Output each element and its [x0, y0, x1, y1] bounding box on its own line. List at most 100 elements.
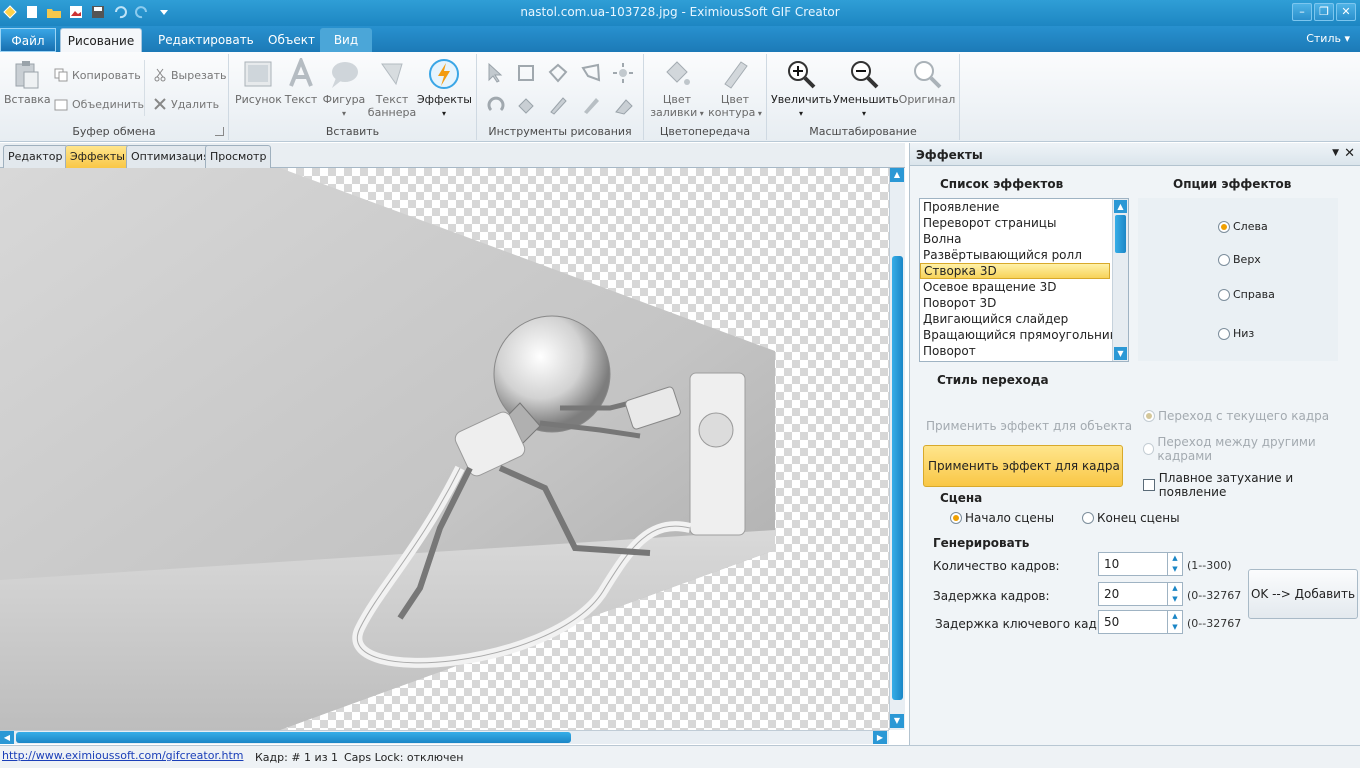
shape-button[interactable]: Фигура ▾ — [321, 58, 367, 120]
merge-button[interactable]: Объединить — [54, 97, 144, 111]
lasso-icon[interactable] — [547, 62, 569, 84]
scene-start-radio[interactable]: Начало сцены — [950, 511, 1054, 525]
minimize-icon[interactable]: – — [1292, 3, 1312, 21]
scene-end-radio[interactable]: Конец сцены — [1082, 511, 1180, 525]
tab-view[interactable]: Вид — [320, 28, 372, 52]
frame-count-spinner[interactable]: 10 ▲ ▼ — [1098, 552, 1183, 576]
cut-button[interactable]: Вырезать — [153, 68, 226, 82]
style-menu[interactable]: Стиль ▾ — [1306, 32, 1350, 45]
effect-item[interactable]: Волна — [920, 231, 1128, 247]
banner-text-icon — [381, 63, 403, 86]
vertical-scroll-thumb[interactable] — [892, 256, 903, 700]
fade-checkbox[interactable]: Плавное затухание и появление — [1143, 471, 1360, 499]
apply-effect-object-button[interactable]: Применить эффект для объекта — [926, 419, 1132, 433]
scroll-up-icon[interactable]: ▲ — [890, 168, 904, 182]
original-size-button[interactable]: Оригинал — [897, 58, 957, 106]
effects-list[interactable]: Проявление Переворот страницы Волна Разв… — [919, 198, 1129, 362]
polygon-select-icon[interactable] — [580, 62, 602, 84]
pen-icon — [724, 61, 748, 89]
website-link[interactable]: http://www.eximioussoft.com/gifcreator.h… — [2, 749, 243, 762]
spin-down-icon[interactable]: ▼ — [1168, 594, 1182, 605]
eraser-icon[interactable] — [612, 94, 634, 116]
shape-label: Фигура — [322, 93, 366, 106]
spin-down-icon[interactable]: ▼ — [1168, 622, 1182, 633]
effects-button[interactable]: Эффекты ▾ — [417, 58, 472, 120]
insert-group: Рисунок Текст Фигура ▾ Текст баннера Эффек… — [229, 54, 477, 140]
from-current-frame-label: Переход с текущего кадра — [1158, 409, 1330, 423]
zoom-in-button[interactable]: Увеличить ▾ — [771, 58, 832, 120]
pointer-icon[interactable] — [485, 62, 507, 84]
tab-object[interactable]: Объект — [256, 28, 327, 52]
effect-item[interactable]: Проявление — [920, 199, 1128, 215]
magic-wand-icon[interactable] — [612, 62, 634, 84]
option-left-radio[interactable]: Слева — [1218, 220, 1268, 233]
option-bottom-radio[interactable]: Низ — [1218, 327, 1254, 340]
tab-editor[interactable]: Редактор — [3, 145, 68, 168]
effects-list-scrollbar[interactable]: ▲ ▼ — [1112, 199, 1128, 361]
picture-button[interactable]: Рисунок — [235, 58, 282, 106]
restore-icon[interactable]: ❐ — [1314, 3, 1334, 21]
tab-draw[interactable]: Рисование — [60, 28, 142, 52]
spin-up-icon[interactable]: ▲ — [1168, 611, 1182, 622]
copy-button[interactable]: Копировать — [54, 68, 141, 82]
option-right-radio[interactable]: Справа — [1218, 288, 1275, 301]
list-scroll-down-icon[interactable]: ▼ — [1114, 347, 1127, 360]
zoom-out-button[interactable]: Уменьшить ▾ — [833, 58, 899, 120]
vertical-scrollbar[interactable]: ▲ ▼ — [889, 168, 905, 730]
spinner-arrows[interactable]: ▲ ▼ — [1167, 553, 1182, 575]
key-delay-spinner[interactable]: 50 ▲ ▼ — [1098, 610, 1183, 634]
panel-dropdown-icon[interactable]: ▼ — [1332, 148, 1339, 158]
tab-edit[interactable]: Редактировать — [146, 28, 266, 52]
paste-icon — [15, 61, 39, 89]
paste-button[interactable]: Вставка — [4, 58, 51, 106]
tab-preview[interactable]: Просмотр — [205, 145, 272, 168]
option-top-radio[interactable]: Верх — [1218, 253, 1261, 266]
tab-file[interactable]: Файл — [0, 28, 56, 52]
key-delay-value[interactable]: 50 — [1104, 615, 1119, 629]
text-button[interactable]: Текст — [281, 58, 321, 106]
list-scroll-up-icon[interactable]: ▲ — [1114, 200, 1127, 213]
tab-optimization[interactable]: Оптимизация — [126, 145, 215, 168]
effect-item[interactable]: Осевое вращение 3D — [920, 279, 1128, 295]
spinner-arrows[interactable]: ▲ ▼ — [1167, 611, 1182, 633]
frame-delay-value[interactable]: 20 — [1104, 587, 1119, 601]
horizontal-scrollbar[interactable]: ◀ ▶ — [0, 730, 889, 744]
list-scroll-thumb[interactable] — [1115, 215, 1126, 253]
fill-color-button[interactable]: Цвет заливки ▾ — [648, 58, 706, 120]
scroll-left-icon[interactable]: ◀ — [0, 731, 14, 744]
effect-item[interactable]: Вращающийся прямоугольник — [920, 327, 1128, 343]
brush-icon[interactable] — [580, 94, 602, 116]
frame-delay-spinner[interactable]: 20 ▲ ▼ — [1098, 582, 1183, 606]
banner-text-button[interactable]: Текст баннера — [367, 58, 417, 119]
rotate-icon[interactable] — [485, 94, 507, 116]
divider — [144, 60, 145, 116]
pencil-icon[interactable] — [547, 94, 569, 116]
spin-down-icon[interactable]: ▼ — [1168, 564, 1182, 575]
effect-item[interactable]: Двигающийся слайдер — [920, 311, 1128, 327]
effect-item[interactable]: Развёртывающийся ролл — [920, 247, 1128, 263]
panel-close-icon[interactable]: ✕ — [1344, 146, 1355, 161]
effect-item[interactable]: Поворот 3D — [920, 295, 1128, 311]
spinner-arrows[interactable]: ▲ ▼ — [1167, 583, 1182, 605]
canvas[interactable] — [0, 168, 889, 730]
fill-bucket-icon[interactable] — [515, 94, 537, 116]
outline-color-button[interactable]: Цвет контура ▾ — [706, 58, 764, 120]
effect-item[interactable]: Переворот страницы — [920, 215, 1128, 231]
horizontal-scroll-thumb[interactable] — [16, 732, 571, 743]
ok-add-button[interactable]: OK --> Добавить — [1248, 569, 1358, 619]
effect-item[interactable]: Поворот — [920, 343, 1128, 359]
effect-item-selected[interactable]: Створка 3D — [920, 263, 1110, 279]
dialog-launcher-icon[interactable] — [215, 127, 224, 136]
apply-effect-frame-button[interactable]: Применить эффект для кадра — [923, 445, 1123, 487]
close-icon[interactable]: ✕ — [1336, 3, 1356, 21]
frame-count-value[interactable]: 10 — [1104, 557, 1119, 571]
spin-up-icon[interactable]: ▲ — [1168, 583, 1182, 594]
scroll-right-icon[interactable]: ▶ — [873, 731, 887, 744]
between-frames-radio[interactable]: Переход между другими кадрами — [1143, 435, 1360, 463]
crop-icon[interactable] — [515, 62, 537, 84]
scroll-down-icon[interactable]: ▼ — [890, 714, 904, 728]
tab-effects[interactable]: Эффекты — [65, 145, 130, 168]
from-current-frame-radio[interactable]: Переход с текущего кадра — [1143, 409, 1329, 423]
delete-button[interactable]: Удалить — [153, 97, 219, 111]
spin-up-icon[interactable]: ▲ — [1168, 553, 1182, 564]
